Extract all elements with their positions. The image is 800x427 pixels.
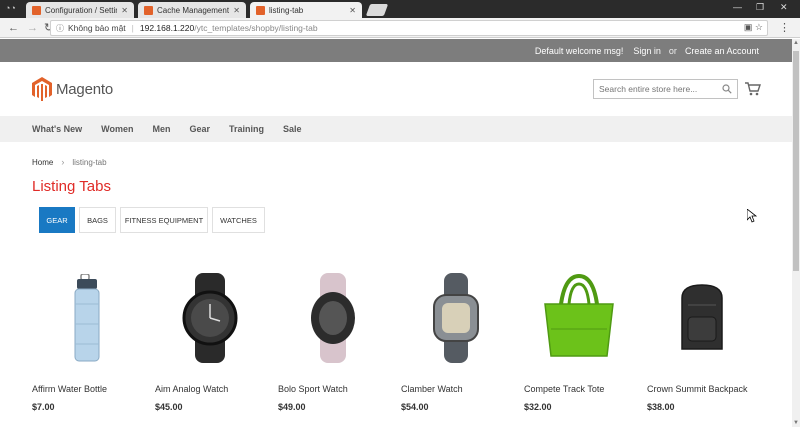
- incognito-icon: ◔◔: [5, 3, 16, 13]
- scroll-thumb[interactable]: [793, 51, 799, 271]
- scroll-down-icon[interactable]: ▼: [792, 419, 800, 427]
- product-price: $7.00: [32, 402, 55, 412]
- product-image[interactable]: [32, 265, 142, 370]
- product-item[interactable]: Clamber Watch $54.00: [401, 265, 511, 412]
- product-name[interactable]: Compete Track Tote: [524, 383, 634, 395]
- analog-watch-icon: [182, 272, 238, 363]
- nav-item-training[interactable]: Training: [229, 124, 264, 134]
- browser-tab-cache[interactable]: Cache Management / To ✕: [138, 2, 246, 18]
- product-image[interactable]: [278, 265, 388, 370]
- product-item[interactable]: Compete Track Tote $32.00: [524, 265, 634, 412]
- logo-text: Magento: [56, 80, 113, 98]
- product-image[interactable]: [647, 265, 757, 370]
- new-tab-button[interactable]: [365, 4, 389, 16]
- browser-toolbar: ← → ↻ ⓘ Không bảo mật | 192.168.1.220/yt…: [0, 18, 800, 38]
- product-image[interactable]: [155, 265, 265, 370]
- listing-tab-bags[interactable]: BAGS: [79, 207, 116, 233]
- url-path: /ytc_templates/shopby/listing-tab: [194, 23, 318, 33]
- listing-tab-fitness-equipment[interactable]: FITNESS EQUIPMENT: [120, 207, 208, 233]
- search-icon[interactable]: [722, 84, 732, 94]
- address-bar[interactable]: ⓘ Không bảo mật | 192.168.1.220/ytc_temp…: [50, 20, 768, 36]
- product-name[interactable]: Affirm Water Bottle: [32, 383, 142, 395]
- maximize-icon[interactable]: ❐: [756, 2, 764, 13]
- magento-favicon-icon: [32, 5, 41, 15]
- site-logo[interactable]: Magento: [32, 77, 113, 101]
- nav-item-sale[interactable]: Sale: [283, 124, 302, 134]
- header-panel: Default welcome msg! Sign in or Create a…: [0, 39, 792, 62]
- close-icon[interactable]: ✕: [349, 6, 356, 15]
- address-separator: |: [131, 23, 134, 33]
- scroll-up-icon[interactable]: ▲: [792, 39, 800, 47]
- product-name[interactable]: Aim Analog Watch: [155, 383, 265, 395]
- product-name[interactable]: Crown Summit Backpack: [647, 383, 757, 395]
- url-host: 192.168.1.220: [139, 23, 195, 33]
- nav-item-women[interactable]: Women: [101, 124, 133, 134]
- window-close-icon[interactable]: ✕: [780, 2, 788, 13]
- browser-tab-bar: ◔◔ Configuration / Settings ✕ Cache Mana…: [0, 0, 800, 18]
- product-item[interactable]: Affirm Water Bottle $7.00: [32, 265, 142, 412]
- sport-watch-icon: [311, 272, 355, 363]
- breadcrumb-current: listing-tab: [72, 157, 107, 167]
- security-label: Không bảo mật: [68, 23, 126, 33]
- minimize-icon[interactable]: —: [733, 2, 742, 12]
- magento-favicon-icon: [144, 5, 153, 15]
- listing-tabs: GEAR BAGS FITNESS EQUIPMENT WATCHES: [39, 207, 269, 233]
- close-icon[interactable]: ✕: [121, 6, 128, 15]
- product-price: $54.00: [401, 402, 429, 412]
- product-item[interactable]: Aim Analog Watch $45.00: [155, 265, 265, 412]
- chevron-right-icon: ›: [61, 157, 65, 167]
- main-navigation: What's New Women Men Gear Training Sale: [0, 116, 792, 142]
- track-tote-icon: [544, 273, 614, 357]
- cart-icon[interactable]: [745, 82, 761, 96]
- listing-tab-gear[interactable]: GEAR: [39, 207, 75, 233]
- product-image[interactable]: [401, 265, 511, 370]
- product-price: $38.00: [647, 402, 675, 412]
- magento-logo-icon: [32, 77, 52, 101]
- magento-favicon-icon: [256, 5, 265, 15]
- search-box: [593, 79, 738, 99]
- close-icon[interactable]: ✕: [233, 6, 240, 15]
- breadcrumb-home[interactable]: Home: [32, 158, 53, 167]
- product-image[interactable]: [524, 265, 634, 370]
- page-title: Listing Tabs: [32, 178, 111, 195]
- sign-in-link[interactable]: Sign in: [633, 46, 661, 56]
- product-item[interactable]: Bolo Sport Watch $49.00: [278, 265, 388, 412]
- browser-tab-configuration[interactable]: Configuration / Settings ✕: [26, 2, 134, 18]
- browser-tab-listing[interactable]: listing-tab ✕: [250, 2, 362, 18]
- nav-item-whats-new[interactable]: What's New: [32, 124, 82, 134]
- product-price: $45.00: [155, 402, 183, 412]
- translate-icon[interactable]: ▣ ☆: [744, 22, 763, 33]
- product-price: $32.00: [524, 402, 552, 412]
- product-price: $49.00: [278, 402, 306, 412]
- forward-icon[interactable]: →: [27, 22, 38, 34]
- site-header: Magento: [0, 62, 792, 116]
- product-name[interactable]: Clamber Watch: [401, 383, 511, 395]
- breadcrumb: Home › listing-tab: [32, 157, 107, 167]
- product-grid: Affirm Water Bottle $7.00 Aim Analog Wat…: [32, 265, 792, 427]
- create-account-link[interactable]: Create an Account: [685, 46, 759, 56]
- product-item[interactable]: Crown Summit Backpack $38.00: [647, 265, 757, 412]
- backpack-icon: [681, 283, 723, 350]
- nav-item-gear[interactable]: Gear: [190, 124, 211, 134]
- mouse-cursor-icon: [747, 209, 757, 223]
- browser-menu-icon[interactable]: ⋮: [779, 21, 790, 34]
- water-bottle-icon: [74, 273, 100, 361]
- welcome-message: Default welcome msg!: [534, 45, 624, 56]
- page-scrollbar[interactable]: ▲ ▼: [792, 39, 800, 427]
- search-input[interactable]: [599, 84, 719, 94]
- listing-tab-watches[interactable]: WATCHES: [212, 207, 265, 233]
- nav-item-men[interactable]: Men: [153, 124, 171, 134]
- or-text: or: [668, 45, 677, 56]
- back-icon[interactable]: ←: [8, 22, 19, 34]
- product-name[interactable]: Bolo Sport Watch: [278, 383, 388, 395]
- info-icon[interactable]: ⓘ: [56, 23, 64, 34]
- clamber-watch-icon: [433, 272, 479, 363]
